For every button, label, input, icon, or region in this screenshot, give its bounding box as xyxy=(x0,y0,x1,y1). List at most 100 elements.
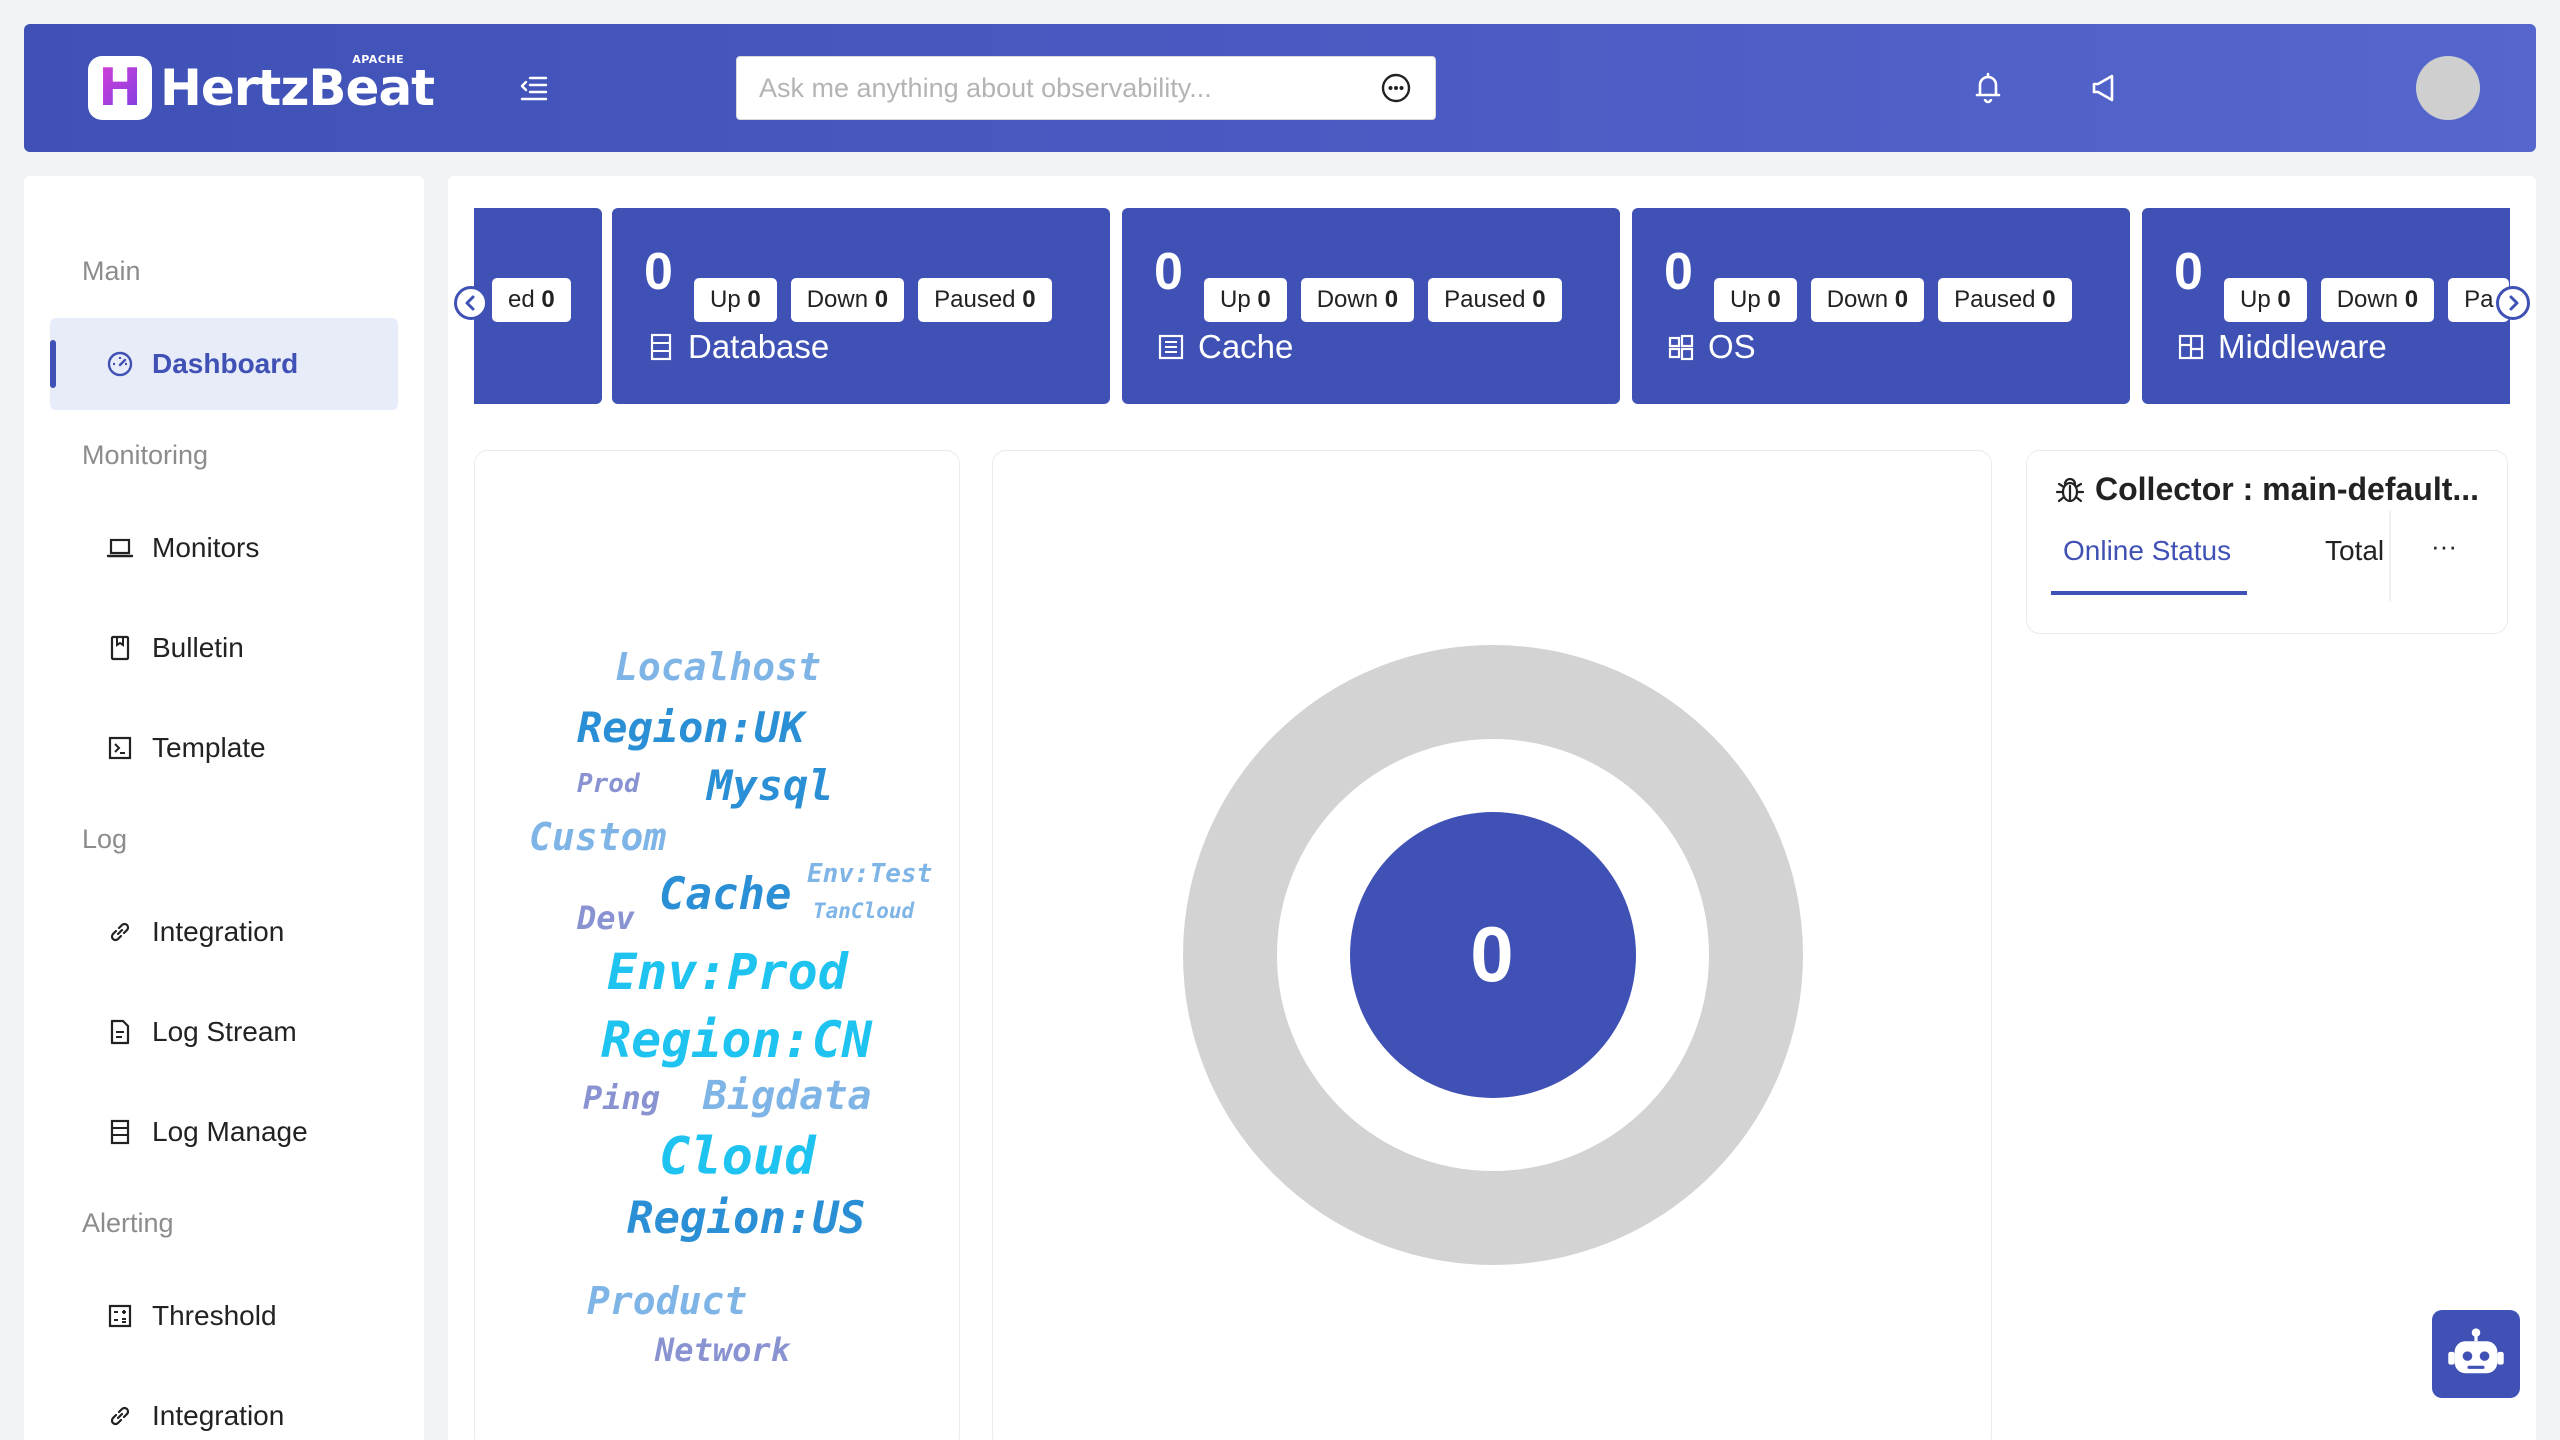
calculator-icon xyxy=(108,1304,132,1328)
down-tag: Down 0 xyxy=(790,278,905,322)
notification-sound-icon[interactable] xyxy=(2084,68,2124,108)
wordcloud-word[interactable]: Env:Test xyxy=(807,859,932,889)
card-tags: Up 0 Down 0 Paused 0 xyxy=(694,278,1052,322)
sidebar-item-monitors[interactable]: Monitors xyxy=(50,502,398,594)
sidebar-item-label: Integration xyxy=(152,1400,285,1431)
file-text-icon xyxy=(110,1019,130,1045)
card-name: Cache xyxy=(1156,328,1293,366)
paused-tag: ed 0 xyxy=(492,278,571,322)
robot-icon xyxy=(2448,1328,2504,1374)
wordcloud-word[interactable]: Region:UK xyxy=(577,703,805,752)
user-avatar[interactable] xyxy=(2416,56,2480,120)
chevron-left-icon xyxy=(465,295,475,311)
monitor-status-donut-panel: 0 xyxy=(992,450,1992,1440)
cache-icon xyxy=(1158,334,1184,360)
nav-group-monitoring: Monitoring xyxy=(82,440,209,470)
monitor-cards-carousel: ed 0 0 Up 0 Down 0 Paused 0 Database 0 U… xyxy=(474,208,2510,404)
windows-icon xyxy=(1668,334,1694,361)
logo-badge: APACHE xyxy=(352,53,405,66)
sidebar-item-bulletin[interactable]: Bulletin xyxy=(50,602,398,694)
wordcloud-word[interactable]: Dev xyxy=(577,899,635,937)
wordcloud-word[interactable]: TanCloud xyxy=(813,899,914,923)
card-name: Middleware xyxy=(2176,328,2387,366)
wordcloud-word[interactable]: Region:CN xyxy=(601,1011,872,1069)
logo-text: HertzBeat APACHE xyxy=(160,53,435,117)
sidebar: Main Dashboard Monitoring Monitors Bulle… xyxy=(24,176,424,1440)
sidebar-item-template[interactable]: Template xyxy=(50,702,398,794)
donut-value: 0 xyxy=(1470,910,1514,998)
up-tag: Up 0 xyxy=(1714,278,1797,322)
sidebar-item-label: Dashboard xyxy=(152,348,299,379)
top-header: H HertzBeat APACHE xyxy=(24,24,2536,152)
bell-icon[interactable] xyxy=(1968,68,2008,108)
tab-total[interactable]: Total xyxy=(2325,535,2384,567)
sidebar-item-label: Bulletin xyxy=(152,632,244,663)
logo[interactable]: H HertzBeat APACHE xyxy=(88,53,435,122)
wordcloud-word[interactable]: Region:US xyxy=(627,1193,865,1244)
search-input[interactable] xyxy=(759,72,1379,104)
sidebar-item-label: Log Stream xyxy=(152,1016,297,1047)
down-tag: Down 0 xyxy=(1810,278,1925,322)
monitor-card-cache[interactable]: 0 Up 0 Down 0 Paused 0 Cache xyxy=(1122,208,1620,404)
dashboard-icon xyxy=(107,351,133,377)
card-count: 0 xyxy=(644,243,673,301)
sidebar-item-log-stream[interactable]: Log Stream xyxy=(50,986,398,1078)
sidebar-item-label: Integration xyxy=(152,916,285,947)
active-tab-indicator xyxy=(2051,591,2247,595)
sidebar-item-threshold[interactable]: Threshold xyxy=(50,1270,398,1362)
chat-icon[interactable] xyxy=(1379,71,1413,105)
main-content: ed 0 0 Up 0 Down 0 Paused 0 Database 0 U… xyxy=(448,176,2536,1440)
wordcloud-word[interactable]: Custom xyxy=(529,815,666,859)
link-icon xyxy=(110,922,130,942)
wordcloud-word[interactable]: Network xyxy=(655,1331,790,1369)
monitor-card-database[interactable]: 0 Up 0 Down 0 Paused 0 Database xyxy=(612,208,1110,404)
tag-wordcloud: Localhost Region:UK Prod Mysql Custom En… xyxy=(474,450,960,1440)
wordcloud-word[interactable]: Ping xyxy=(583,1079,660,1117)
monitor-card-os[interactable]: 0 Up 0 Down 0 Paused 0 OS xyxy=(1632,208,2130,404)
tab-divider xyxy=(2389,511,2391,601)
up-tag: Up 0 xyxy=(1204,278,1287,322)
sidebar-item-label: Monitors xyxy=(152,532,260,563)
tabs-more-button[interactable]: ··· xyxy=(2431,531,2457,562)
book-icon xyxy=(110,635,130,661)
wordcloud-word[interactable]: Cloud xyxy=(659,1127,816,1187)
sidebar-item-integration[interactable]: Integration xyxy=(50,886,398,978)
menu-fold-icon[interactable] xyxy=(514,72,554,104)
card-tags: Up 0 Down 0 Pa xyxy=(2224,278,2510,322)
tab-online-status[interactable]: Online Status xyxy=(2063,535,2231,567)
laptop-icon xyxy=(106,538,134,558)
card-name: OS xyxy=(1666,328,1756,366)
wordcloud-word[interactable]: Product xyxy=(587,1279,747,1323)
wordcloud-word[interactable]: Localhost xyxy=(615,645,821,689)
up-tag: Up 0 xyxy=(2224,278,2307,322)
wordcloud-word[interactable]: Prod xyxy=(577,769,640,799)
monitor-card-partial[interactable]: ed 0 xyxy=(474,208,602,404)
search-bar xyxy=(736,56,1436,120)
ai-assistant-button[interactable] xyxy=(2432,1310,2520,1398)
down-tag: Down 0 xyxy=(1300,278,1415,322)
layout-icon xyxy=(2178,334,2204,360)
up-tag: Up 0 xyxy=(694,278,777,322)
paused-tag: Paused 0 xyxy=(918,278,1052,322)
carousel-prev-button[interactable] xyxy=(454,286,488,320)
nav-group-main: Main xyxy=(82,256,141,286)
sidebar-item-log-manage[interactable]: Log Manage xyxy=(50,1086,398,1178)
wordcloud-word[interactable]: Env:Prod xyxy=(607,943,848,1001)
database-icon xyxy=(650,333,672,361)
wordcloud-word[interactable]: Cache xyxy=(659,869,791,920)
nav-group-log: Log xyxy=(82,824,128,854)
card-tags: Up 0 Down 0 Paused 0 xyxy=(1714,278,2072,322)
monitor-card-middleware[interactable]: 0 Up 0 Down 0 Pa Middleware xyxy=(2142,208,2510,404)
sidebar-item-alert-integration[interactable]: Integration xyxy=(50,1370,398,1440)
card-name: Database xyxy=(646,328,829,366)
code-icon xyxy=(108,736,132,760)
carousel-next-button[interactable] xyxy=(2496,286,2530,320)
wordcloud-word[interactable]: Bigdata xyxy=(703,1073,872,1119)
sidebar-item-label: Template xyxy=(152,732,266,763)
chevron-right-icon xyxy=(2509,295,2519,311)
wordcloud-word[interactable]: Mysql xyxy=(707,761,833,810)
paused-tag: Paused 0 xyxy=(1428,278,1562,322)
database-icon xyxy=(110,1119,130,1145)
sidebar-item-dashboard[interactable]: Dashboard xyxy=(50,318,398,410)
link-icon xyxy=(110,1406,130,1426)
